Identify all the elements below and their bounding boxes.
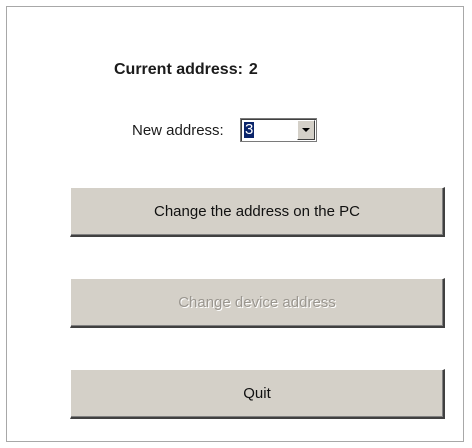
new-address-selected-value: 3 <box>244 121 255 138</box>
chevron-down-icon[interactable] <box>297 120 315 140</box>
change-pc-address-button[interactable]: Change the address on the PC <box>70 187 445 237</box>
change-device-address-button: Change device address <box>70 278 445 328</box>
current-address-value: 2 <box>248 61 258 78</box>
current-address: Current address: 2 <box>114 61 258 79</box>
quit-button[interactable]: Quit <box>70 369 445 419</box>
new-address-select[interactable]: 3 <box>240 118 317 142</box>
current-address-label: Current address: <box>114 61 243 78</box>
new-address-label: New address: <box>132 122 224 139</box>
dialog-panel: Current address: 2 New address: 3 Change … <box>6 6 464 442</box>
